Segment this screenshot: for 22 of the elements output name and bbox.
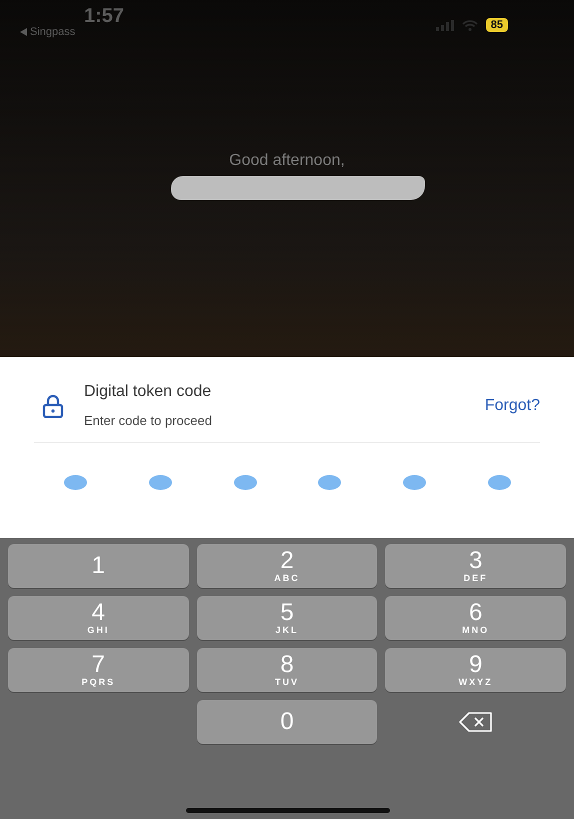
forgot-link[interactable]: Forgot? xyxy=(484,396,540,414)
keypad-key[interactable]: 9 WXYZ xyxy=(385,648,566,692)
lock-icon xyxy=(42,394,64,418)
keypad-key[interactable]: 5 JKL xyxy=(196,596,378,640)
signal-icon xyxy=(436,20,454,30)
battery-level: 85 xyxy=(486,18,508,32)
keypad-key[interactable]: 0 xyxy=(196,700,378,744)
keypad-key[interactable]: 4 GHI xyxy=(8,596,189,640)
greeting-text: Good afternoon, xyxy=(229,152,345,170)
token-title: Digital token code xyxy=(84,383,212,401)
token-subtitle: Enter code to proceed xyxy=(84,413,213,428)
keypad-key[interactable]: 8 TUV xyxy=(196,648,378,692)
keypad-key[interactable]: 1 xyxy=(8,544,189,588)
keypad-key[interactable]: 3 DEF xyxy=(385,544,566,588)
back-app-link[interactable]: Singpass xyxy=(30,26,76,38)
backspace-icon[interactable] xyxy=(458,712,493,732)
keypad-key[interactable]: 6 MNO xyxy=(385,596,566,640)
status-time: 1:57 xyxy=(84,6,124,26)
back-triangle-icon xyxy=(20,28,27,36)
keypad-key[interactable]: 2 ABC xyxy=(196,544,378,588)
wifi-icon xyxy=(462,20,478,30)
keypad-key[interactable]: 7 PQRS xyxy=(8,648,189,692)
